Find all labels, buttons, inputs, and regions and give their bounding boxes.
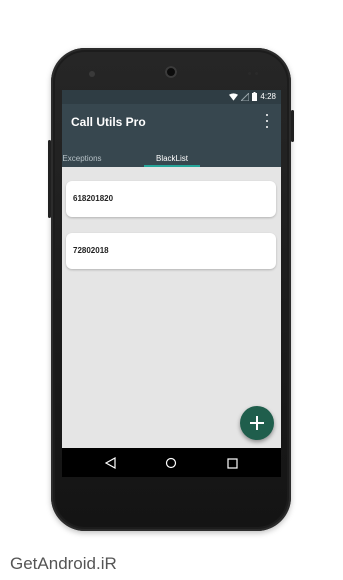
home-circle-icon bbox=[165, 457, 177, 469]
front-camera bbox=[165, 66, 177, 78]
list-item-number: 618201820 bbox=[73, 194, 114, 203]
tab-exceptions[interactable]: Exceptions bbox=[62, 152, 102, 167]
add-icon bbox=[250, 416, 264, 430]
sensor-dot bbox=[248, 72, 251, 75]
device-screen: 4:28 Call Utils Pro Exceptions BlackList… bbox=[62, 90, 281, 477]
tab-bar: Exceptions BlackList bbox=[62, 152, 281, 167]
wifi-icon bbox=[229, 92, 239, 101]
recents-button[interactable] bbox=[225, 456, 239, 470]
volume-button bbox=[291, 110, 294, 142]
app-title: Call Utils Pro bbox=[71, 115, 146, 129]
power-button bbox=[48, 140, 51, 218]
status-time: 4:28 bbox=[260, 92, 276, 101]
more-vert-icon[interactable] bbox=[263, 114, 271, 128]
app-bar: 4:28 Call Utils Pro Exceptions BlackList bbox=[62, 90, 281, 167]
status-bar: 4:28 bbox=[62, 90, 281, 104]
home-button[interactable] bbox=[164, 456, 178, 470]
signal-icon bbox=[241, 92, 250, 101]
list-item-number: 72802018 bbox=[73, 246, 109, 255]
tab-indicator bbox=[144, 165, 200, 167]
recents-square-icon bbox=[226, 457, 238, 469]
list-item[interactable]: 618201820 bbox=[66, 181, 276, 217]
navigation-bar bbox=[62, 448, 281, 477]
battery-icon bbox=[252, 92, 258, 101]
back-button[interactable] bbox=[103, 456, 117, 470]
watermark: GetAndroid.iR bbox=[10, 554, 117, 573]
list-item[interactable]: 72802018 bbox=[66, 233, 276, 269]
earpiece-dot bbox=[89, 71, 95, 77]
back-triangle-icon bbox=[104, 457, 116, 469]
add-number-fab[interactable] bbox=[240, 406, 274, 440]
status-icons: 4:28 bbox=[229, 92, 276, 101]
sensor-dot bbox=[255, 72, 258, 75]
